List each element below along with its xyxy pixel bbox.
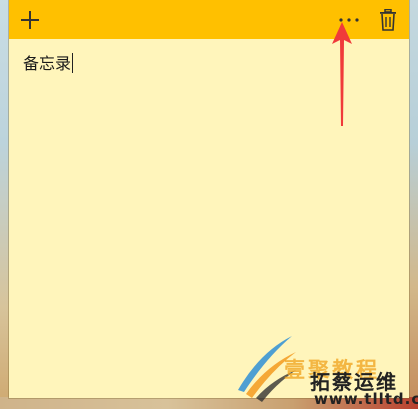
text-caret	[72, 53, 74, 73]
trash-icon	[380, 8, 396, 31]
menu-button[interactable]	[331, 0, 367, 39]
wallpaper-bottom-edge	[0, 397, 418, 409]
delete-note-button[interactable]	[370, 0, 406, 39]
wallpaper-left-edge	[0, 0, 9, 409]
new-note-button[interactable]	[12, 0, 48, 39]
note-content: 备忘录	[23, 54, 72, 73]
note-text-area[interactable]: 备忘录	[23, 52, 395, 382]
sticky-note-window: 备忘录	[9, 0, 409, 398]
plus-icon	[21, 10, 39, 29]
sticky-note-title-bar[interactable]	[9, 0, 409, 39]
desktop-background: 备忘录 壹聚教程 拓蔡运维 www.tlltd.cn	[0, 0, 418, 409]
wallpaper-right-edge	[409, 0, 418, 409]
more-dots-icon	[339, 17, 359, 22]
